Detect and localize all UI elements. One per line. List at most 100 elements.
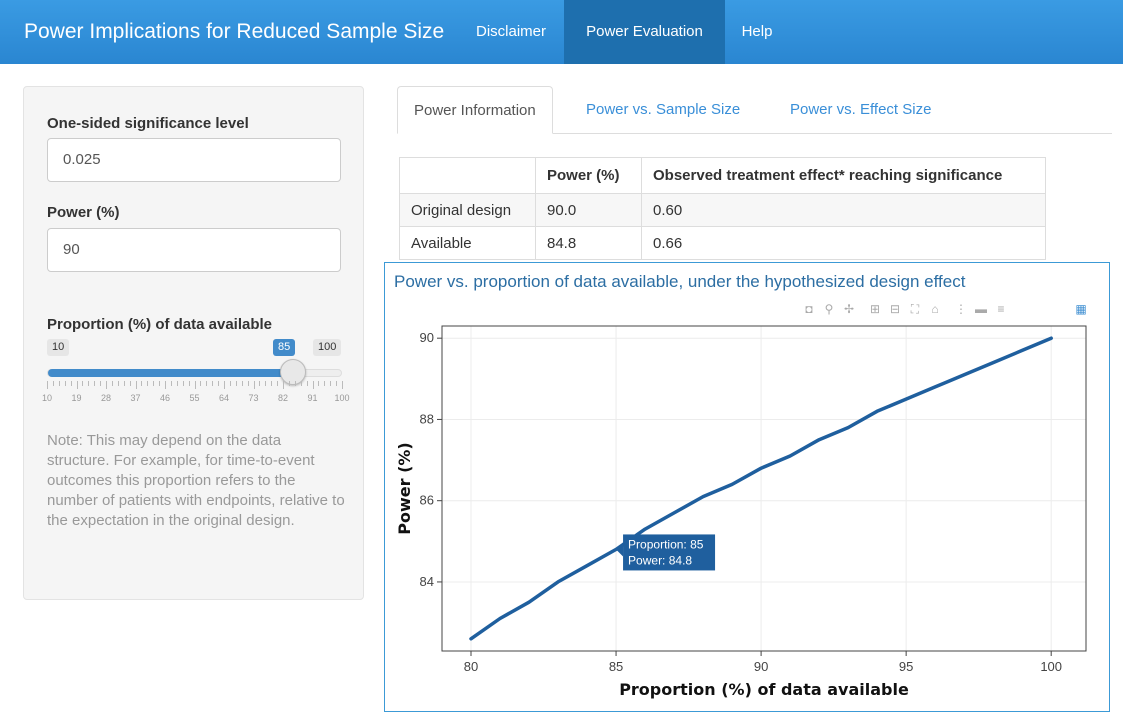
slider-tick-label: 19 bbox=[71, 393, 82, 403]
chart-panel bbox=[384, 262, 1110, 712]
nav-help[interactable]: Help bbox=[740, 0, 774, 64]
slider-minor-tick bbox=[141, 381, 143, 386]
table-header-cell: Power (%) bbox=[535, 157, 642, 194]
slider-min-tag: 10 bbox=[47, 339, 70, 356]
slider-minor-tick bbox=[52, 381, 54, 386]
camera-icon[interactable]: ◘ bbox=[802, 302, 816, 316]
slider-tick-label: 64 bbox=[218, 393, 230, 403]
zoom-icon[interactable]: ⚲ bbox=[822, 302, 836, 316]
slider-minor-tick bbox=[206, 381, 208, 386]
slider-max-tag: 100 bbox=[313, 339, 342, 356]
hover-compare-icon[interactable]: ≡ bbox=[994, 302, 1008, 316]
slider-track-fill bbox=[48, 369, 294, 377]
slider-major-tick bbox=[76, 381, 78, 389]
reset-axes-icon[interactable]: ⌂ bbox=[928, 302, 942, 316]
slider-major-tick bbox=[106, 381, 107, 389]
proportion-label: Proportion (%) of data available bbox=[47, 316, 273, 333]
slider-minor-tick bbox=[259, 381, 261, 386]
slider-minor-tick bbox=[330, 381, 332, 386]
tab-power-information[interactable]: Power Information bbox=[397, 86, 553, 134]
tab-power-vs-sample-size[interactable]: Power vs. Sample Size bbox=[586, 86, 740, 134]
slider-minor-tick bbox=[123, 381, 125, 386]
zoom-out-icon[interactable]: ⊟ bbox=[888, 302, 902, 316]
slider-tick-label: 73 bbox=[248, 393, 259, 403]
slider-minor-tick bbox=[129, 381, 131, 386]
slider-minor-tick bbox=[241, 381, 243, 386]
pan-icon[interactable]: ✢ bbox=[842, 302, 856, 316]
slider-minor-tick bbox=[277, 381, 279, 386]
autoscale-icon[interactable]: ⛶ bbox=[908, 302, 922, 317]
slider-tick-label: 10 bbox=[41, 393, 53, 403]
proportion-note: Note: This may depend on the data struct… bbox=[47, 432, 345, 529]
slider-major-tick bbox=[224, 381, 225, 389]
slider-minor-tick bbox=[188, 381, 190, 386]
slider-tick-label: 91 bbox=[307, 393, 318, 403]
slider-minor-tick bbox=[82, 381, 84, 386]
slider-minor-tick bbox=[100, 381, 102, 386]
alpha-input[interactable]: 0.025 bbox=[47, 138, 341, 182]
spike-lines-icon[interactable]: ⋮ bbox=[954, 302, 968, 316]
slider-minor-tick bbox=[336, 381, 338, 386]
slider-minor-tick bbox=[170, 381, 172, 386]
zoom-in-icon[interactable]: ⊞ bbox=[868, 302, 882, 316]
slider-major-tick bbox=[135, 381, 137, 389]
slider-minor-tick bbox=[247, 381, 249, 386]
slider-major-tick bbox=[194, 381, 196, 389]
slider-minor-tick bbox=[147, 381, 149, 386]
app-title[interactable]: Power Implications for Reduced Sample Si… bbox=[24, 20, 444, 44]
table-header-cell bbox=[399, 157, 536, 194]
slider-minor-tick bbox=[229, 381, 231, 386]
chart-title: Power vs. proportion of data available, … bbox=[394, 272, 966, 291]
slider-minor-tick bbox=[271, 381, 273, 386]
tab-power-vs-effect-size[interactable]: Power vs. Effect Size bbox=[790, 86, 931, 134]
slider-minor-tick bbox=[235, 381, 237, 386]
slider-minor-tick bbox=[306, 381, 308, 386]
nav-disclaimer[interactable]: Disclaimer bbox=[472, 0, 550, 64]
table-cell: Original design bbox=[399, 193, 536, 227]
power-input[interactable]: 90 bbox=[47, 228, 341, 272]
slider-minor-tick bbox=[64, 381, 66, 386]
table-cell: 0.60 bbox=[641, 193, 1046, 227]
slider-value-tag: 85 bbox=[273, 339, 296, 356]
sidebar-panel: One-sided significance level 0.025 Power… bbox=[23, 86, 364, 600]
power-label: Power (%) bbox=[47, 204, 120, 221]
table-header-cell: Observed treatment effect* reaching sign… bbox=[641, 157, 1046, 194]
table-header-row: Power (%) Observed treatment effect* rea… bbox=[399, 157, 1046, 194]
slider-minor-tick bbox=[111, 381, 113, 386]
plotly-logo-icon[interactable]: ▦ bbox=[1074, 302, 1088, 316]
table-row: Available 84.8 0.66 bbox=[399, 226, 1046, 260]
slider-major-tick bbox=[165, 381, 166, 389]
slider-minor-tick bbox=[288, 381, 290, 386]
slider-minor-tick bbox=[324, 381, 326, 386]
slider-major-tick bbox=[47, 381, 48, 389]
nav-power-evaluation[interactable]: Power Evaluation bbox=[564, 0, 725, 64]
slider-minor-tick bbox=[300, 381, 302, 386]
table-cell: 0.66 bbox=[641, 226, 1046, 260]
slider-minor-tick bbox=[294, 381, 296, 386]
slider-minor-tick bbox=[94, 381, 96, 386]
table-row: Original design 90.0 0.60 bbox=[399, 193, 1046, 227]
slider-minor-tick bbox=[88, 381, 90, 386]
slider-major-tick bbox=[283, 381, 284, 389]
table-cell: 84.8 bbox=[535, 226, 642, 260]
slider-minor-tick bbox=[218, 381, 220, 386]
table-cell: 90.0 bbox=[535, 193, 642, 227]
slider-minor-tick bbox=[265, 381, 267, 386]
table-cell: Available bbox=[399, 226, 536, 260]
slider-tick-label: 82 bbox=[277, 393, 289, 403]
slider-minor-tick bbox=[70, 381, 72, 386]
slider-tick-label: 46 bbox=[159, 393, 171, 403]
slider-major-tick bbox=[253, 381, 255, 389]
slider-minor-tick bbox=[318, 381, 320, 386]
slider-minor-tick bbox=[159, 381, 161, 386]
hover-closest-icon[interactable]: ▬ bbox=[974, 302, 988, 316]
slider-tick-label: 55 bbox=[189, 393, 200, 403]
slider-tick-label: 28 bbox=[100, 393, 112, 403]
alpha-label: One-sided significance level bbox=[47, 115, 249, 132]
slider-minor-tick bbox=[58, 381, 60, 386]
slider-minor-tick bbox=[153, 381, 155, 386]
slider-major-tick bbox=[312, 381, 314, 389]
slider-minor-tick bbox=[117, 381, 119, 386]
slider-major-tick bbox=[342, 381, 343, 389]
navbar: Power Implications for Reduced Sample Si… bbox=[0, 0, 1123, 64]
